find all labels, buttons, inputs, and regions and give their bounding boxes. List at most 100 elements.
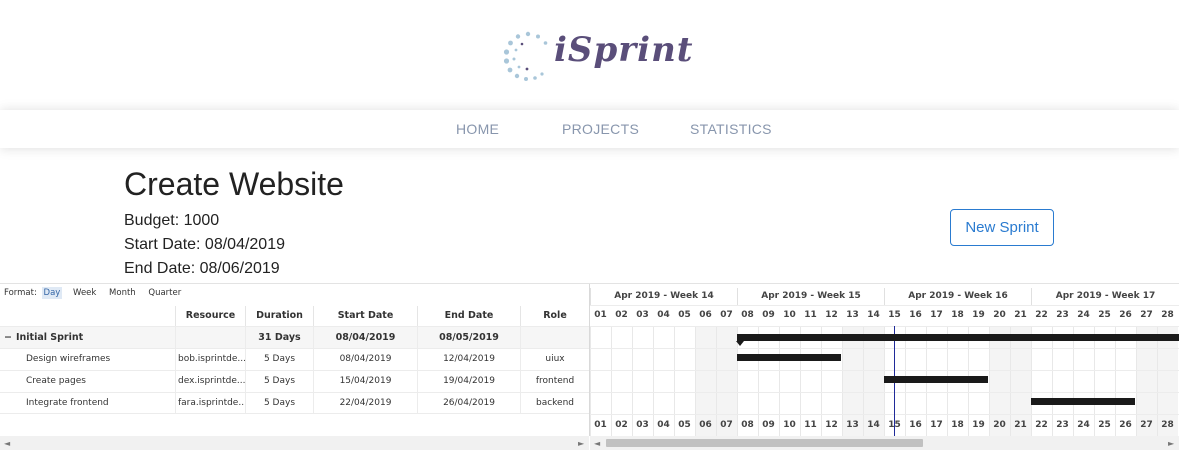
scroll-left-arrow-icon[interactable]: ◄ <box>4 439 10 448</box>
nav-projects[interactable]: PROJECTS <box>562 121 639 137</box>
day-label-bottom: 24 <box>1077 420 1090 430</box>
task-duration: 5 Days <box>245 393 313 414</box>
day-label-top: 04 <box>657 310 670 320</box>
minus-toggle-icon[interactable]: − <box>0 332 12 343</box>
week-header: Apr 2019 - Week 16 <box>884 288 1031 305</box>
format-week[interactable]: Week <box>71 287 98 299</box>
format-day[interactable]: Day <box>41 287 63 299</box>
day-label-bottom: 22 <box>1035 420 1048 430</box>
day-label-bottom: 08 <box>741 420 754 430</box>
task-start-date: 22/04/2019 <box>313 393 417 414</box>
nav-home[interactable]: HOME <box>456 121 499 137</box>
format-month[interactable]: Month <box>107 287 138 299</box>
format-selector: Format: Day Week Month Quarter <box>4 287 189 299</box>
day-label-bottom: 23 <box>1056 420 1069 430</box>
day-label-top: 13 <box>846 310 859 320</box>
task-bar <box>884 376 988 383</box>
task-end-date: 12/04/2019 <box>417 349 520 370</box>
group-row-initial-sprint[interactable]: − Initial Sprint 31 Days 08/04/2019 08/05… <box>0 326 589 348</box>
scroll-left-arrow-icon[interactable]: ◄ <box>594 439 600 448</box>
task-name: Integrate frontend <box>26 398 109 408</box>
gantt-timeline: Apr 2019 - Week 14 Apr 2019 - Week 15 Ap… <box>590 284 1179 436</box>
day-label-bottom: 18 <box>951 420 964 430</box>
day-label-top: 18 <box>951 310 964 320</box>
brand-logo[interactable]: iSprint <box>0 24 1179 86</box>
day-label-bottom: 06 <box>699 420 712 430</box>
gantt-chart: Format: Day Week Month Quarter Resource … <box>0 283 1179 454</box>
day-label-top: 09 <box>762 310 775 320</box>
day-label-top: 01 <box>594 310 607 320</box>
task-duration: 5 Days <box>245 349 313 370</box>
day-label-bottom: 13 <box>846 420 859 430</box>
project-end-date: End Date: 08/06/2019 <box>124 260 280 277</box>
day-label-top: 20 <box>993 310 1006 320</box>
column-header-duration[interactable]: Duration <box>245 306 313 326</box>
day-label-top: 02 <box>615 310 628 320</box>
day-label-top: 15 <box>888 310 901 320</box>
day-label-bottom: 11 <box>804 420 817 430</box>
page-title: Create Website <box>124 166 344 202</box>
group-name-cell: − Initial Sprint <box>0 327 175 348</box>
day-label-top: 24 <box>1077 310 1090 320</box>
column-header-start-date[interactable]: Start Date <box>313 306 417 326</box>
day-label-top: 08 <box>741 310 754 320</box>
task-bar <box>737 354 841 361</box>
timeline-horizontal-scrollbar[interactable]: ◄ ► <box>590 436 1179 450</box>
day-label-top: 10 <box>783 310 796 320</box>
day-label-top: 12 <box>825 310 838 320</box>
day-label-bottom: 28 <box>1161 420 1174 430</box>
column-header-resource[interactable]: Resource <box>175 306 245 326</box>
day-label-bottom: 21 <box>1014 420 1027 430</box>
row-gridline <box>590 392 1179 393</box>
week-header: Apr 2019 - Week 17 <box>1031 288 1179 305</box>
table-row[interactable]: Design wireframes bob.isprintde... 5 Day… <box>0 348 589 370</box>
table-row[interactable]: Integrate frontend fara.isprintde... 5 D… <box>0 392 589 414</box>
day-label-top: 05 <box>678 310 691 320</box>
day-label-bottom: 09 <box>762 420 775 430</box>
gantt-task-grid: Format: Day Week Month Quarter Resource … <box>0 284 590 436</box>
day-label-bottom: 01 <box>594 420 607 430</box>
task-name: Design wireframes <box>26 354 111 364</box>
day-label-top: 06 <box>699 310 712 320</box>
column-header-role[interactable]: Role <box>520 306 589 326</box>
task-end-date: 19/04/2019 <box>417 371 520 392</box>
format-label: Format: <box>4 288 37 298</box>
day-label-top: 27 <box>1140 310 1153 320</box>
day-label-top: 07 <box>720 310 733 320</box>
task-duration: 5 Days <box>245 371 313 392</box>
dotted-circle-logo-icon <box>503 31 548 81</box>
scroll-right-arrow-icon[interactable]: ► <box>1168 439 1174 448</box>
group-resource-cell <box>175 327 245 348</box>
day-label-top: 19 <box>972 310 985 320</box>
nav-statistics[interactable]: STATISTICS <box>690 121 772 137</box>
day-label-top: 22 <box>1035 310 1048 320</box>
column-header-end-date[interactable]: End Date <box>417 306 520 326</box>
row-gridline <box>590 414 1179 415</box>
group-start-caret-icon <box>736 341 744 346</box>
task-resource: bob.isprintde... <box>175 349 245 370</box>
task-role: uiux <box>520 349 589 370</box>
task-role: frontend <box>520 371 589 392</box>
grid-horizontal-scrollbar[interactable]: ◄ ► <box>0 436 589 450</box>
day-label-bottom: 25 <box>1098 420 1111 430</box>
scroll-right-arrow-icon[interactable]: ► <box>578 439 584 448</box>
group-summary-bar <box>737 334 1179 341</box>
new-sprint-button[interactable]: New Sprint <box>950 209 1054 246</box>
day-label-top: 26 <box>1119 310 1132 320</box>
day-label-top: 23 <box>1056 310 1069 320</box>
main-navbar: HOME PROJECTS STATISTICS <box>0 110 1179 148</box>
task-name: Create pages <box>26 376 86 386</box>
brand-name: iSprint <box>554 30 694 70</box>
day-label-top: 11 <box>804 310 817 320</box>
format-quarter[interactable]: Quarter <box>146 287 183 299</box>
task-end-date: 26/04/2019 <box>417 393 520 414</box>
table-row[interactable]: Create pages dex.isprintde... 5 Days 15/… <box>0 370 589 392</box>
day-label-bottom: 05 <box>678 420 691 430</box>
scrollbar-thumb[interactable] <box>606 439 923 447</box>
group-role-cell <box>520 327 589 348</box>
day-label-top: 14 <box>867 310 880 320</box>
day-label-bottom: 03 <box>636 420 649 430</box>
row-gridline <box>590 326 1179 327</box>
day-label-bottom: 17 <box>930 420 943 430</box>
day-label-top: 28 <box>1161 310 1174 320</box>
